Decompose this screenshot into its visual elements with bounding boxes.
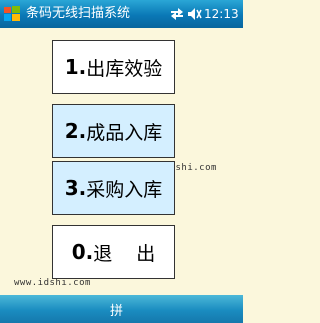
menu-number: 2. — [64, 119, 87, 143]
exit-label-part-1: 退 — [93, 242, 113, 265]
menu-number: 3. — [64, 176, 87, 200]
exit-button[interactable]: 0. 退 出 — [52, 225, 175, 279]
finished-goods-inbound-button[interactable]: 2. 成品入库 — [52, 104, 175, 158]
bottom-softkey-bar: 拼 — [0, 295, 243, 323]
app-title: 条码无线扫描系统 — [26, 6, 131, 21]
outbound-verify-button[interactable]: 1. 出库效验 — [52, 40, 175, 94]
menu-label: 成品入库 — [86, 121, 163, 144]
menu-number: 1. — [64, 55, 87, 79]
input-method-softkey[interactable]: 拼 — [110, 300, 123, 319]
menu-number: 0. — [71, 240, 94, 264]
windows-start-icon[interactable] — [2, 4, 22, 24]
watermark-text: www.idshi.com — [14, 278, 91, 288]
purchase-inbound-button[interactable]: 3. 采购入库 — [52, 161, 175, 215]
menu-label: 出库效验 — [86, 57, 163, 80]
title-bar: 条码无线扫描系统 12:13 — [0, 0, 243, 28]
menu-label: 采购入库 — [86, 178, 163, 201]
connectivity-icon[interactable] — [170, 7, 202, 21]
exit-label-part-2: 出 — [136, 242, 156, 265]
clock: 12:13 — [204, 7, 239, 21]
volume-icon — [188, 8, 202, 20]
